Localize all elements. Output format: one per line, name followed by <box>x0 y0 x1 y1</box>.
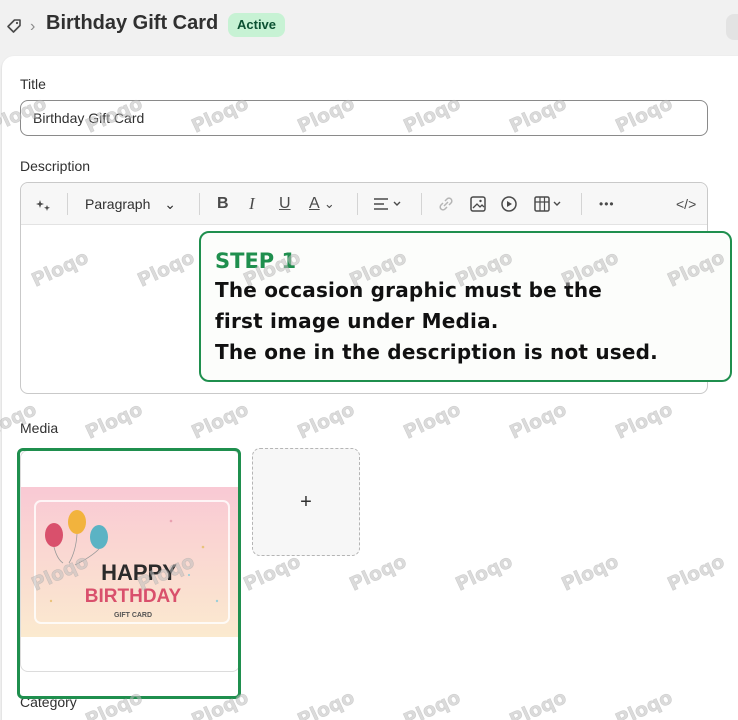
description-label: Description <box>20 158 91 174</box>
status-badge: Active <box>228 13 286 37</box>
align-button[interactable] <box>373 193 407 215</box>
editor-toolbar: Paragraph ⌄ B I U A ⌄ ••• </> <box>21 183 707 225</box>
plus-icon: + <box>300 490 312 513</box>
add-media-button[interactable]: + <box>252 448 360 556</box>
text-color-label: A <box>309 195 320 212</box>
more-options-button[interactable]: ••• <box>599 193 615 215</box>
chevron-down-icon: ⌄ <box>164 196 177 212</box>
video-icon[interactable] <box>500 193 518 215</box>
header-action-button[interactable] <box>726 14 738 40</box>
step-heading: STEP 1 <box>215 249 297 273</box>
underline-button[interactable]: U <box>279 193 291 215</box>
title-input[interactable] <box>20 100 708 136</box>
step-callout: STEP 1 The occasion graphic must be the … <box>199 231 732 382</box>
tag-icon <box>5 17 23 35</box>
breadcrumb-chevron: › <box>30 18 36 35</box>
link-icon[interactable] <box>437 193 455 215</box>
image-icon[interactable] <box>469 193 487 215</box>
step-line-1: The occasion graphic must be the <box>215 278 603 302</box>
page-title: Birthday Gift Card <box>46 12 219 34</box>
page-header: › Birthday Gift Card Active <box>0 0 738 52</box>
block-type-value: Paragraph <box>85 196 151 212</box>
step-line-3: The one in the description is not used. <box>215 340 658 364</box>
media-label: Media <box>20 420 59 436</box>
media-highlight-frame <box>17 448 241 699</box>
chevron-down-icon: ⌄ <box>323 196 335 211</box>
title-label: Title <box>20 76 46 92</box>
step-line-2: first image under Media. <box>215 309 499 333</box>
text-color-button[interactable]: A ⌄ <box>309 193 335 215</box>
italic-button[interactable]: I <box>249 193 255 215</box>
ai-magic-icon[interactable] <box>35 193 53 215</box>
bold-button[interactable]: B <box>217 193 229 215</box>
code-view-button[interactable]: </> <box>676 193 696 215</box>
table-icon[interactable] <box>533 193 567 215</box>
block-type-select[interactable]: Paragraph ⌄ <box>85 193 176 215</box>
